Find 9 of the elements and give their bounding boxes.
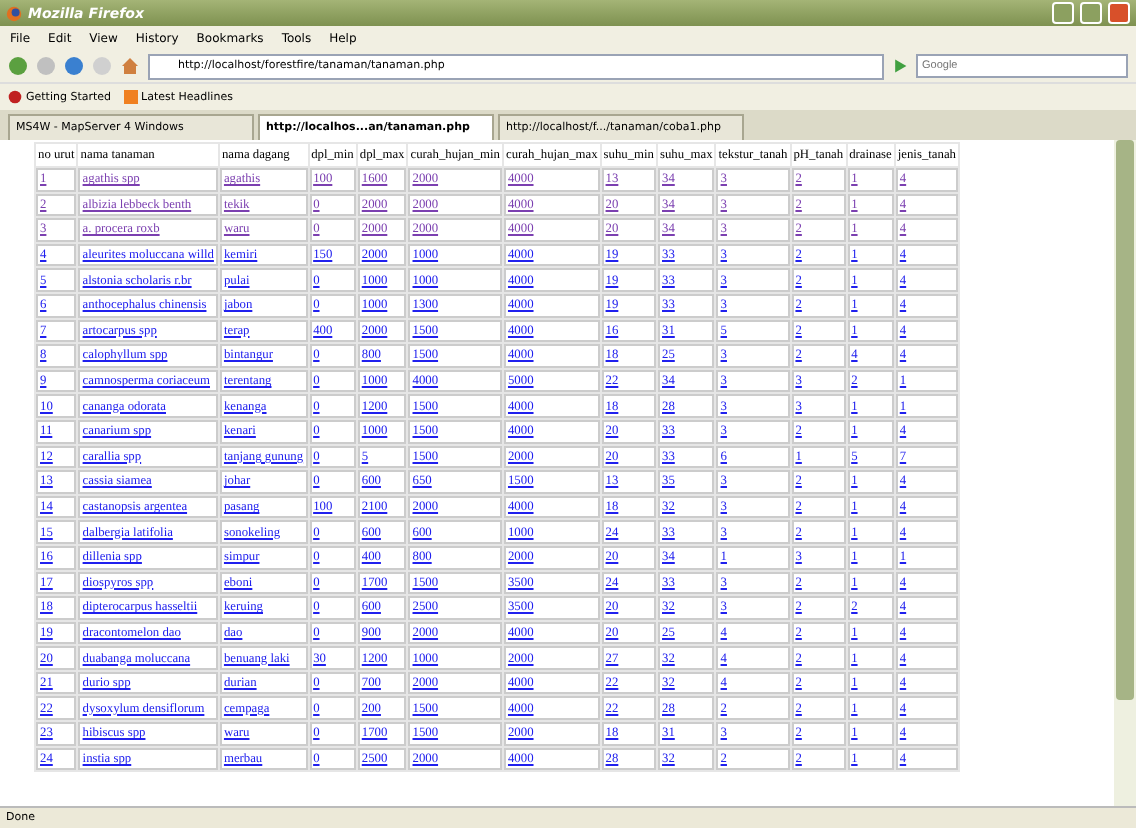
minimize-button[interactable] [1052, 2, 1074, 24]
home-icon[interactable] [120, 56, 140, 76]
maximize-button[interactable] [1080, 2, 1102, 24]
scrollbar[interactable] [1114, 140, 1136, 806]
go-icon[interactable] [892, 58, 908, 74]
browser-logo-icon [6, 5, 22, 21]
feed-icon [123, 90, 138, 104]
close-button[interactable] [1108, 2, 1130, 24]
bookmark-icon [8, 90, 22, 104]
